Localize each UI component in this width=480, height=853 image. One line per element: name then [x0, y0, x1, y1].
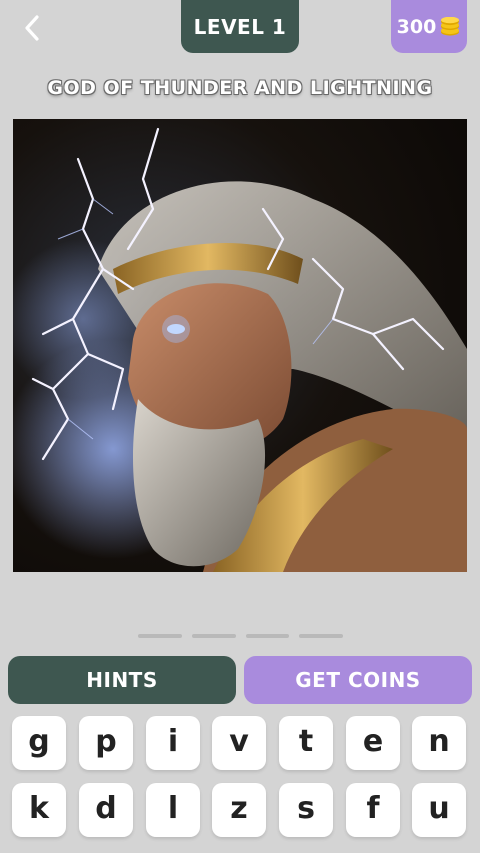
letter-key[interactable]: t	[279, 716, 333, 770]
answer-slots	[138, 634, 343, 639]
letter-key[interactable]: e	[346, 716, 400, 770]
letter-key[interactable]: f	[346, 783, 400, 837]
level-label: LEVEL 1	[193, 14, 287, 39]
letter-key[interactable]: v	[212, 716, 266, 770]
letter-key[interactable]: n	[412, 716, 466, 770]
hints-label: HINTS	[86, 668, 158, 692]
letter-key[interactable]: d	[79, 783, 133, 837]
letter-key[interactable]: i	[146, 716, 200, 770]
puzzle-image	[13, 119, 467, 572]
answer-slot	[299, 634, 343, 638]
get-coins-button[interactable]: GET COINS	[244, 656, 472, 704]
answer-slot	[138, 634, 182, 638]
answer-slot	[245, 634, 290, 638]
puzzle-title: GOD OF THUNDER AND LIGHTNING	[47, 77, 433, 99]
get-coins-label: GET COINS	[295, 668, 421, 692]
back-button[interactable]	[14, 8, 50, 48]
letter-key[interactable]: l	[146, 783, 200, 837]
letter-key[interactable]: k	[12, 783, 66, 837]
letter-key[interactable]: z	[212, 783, 266, 837]
letter-key[interactable]: s	[279, 783, 333, 837]
answer-slot	[191, 634, 236, 638]
hints-button[interactable]: HINTS	[8, 656, 236, 704]
level-indicator: LEVEL 1	[181, 0, 299, 53]
coins-balance-button[interactable]: 300	[391, 0, 467, 53]
letter-key[interactable]: g	[12, 716, 66, 770]
coins-count: 300	[396, 15, 437, 38]
coin-stack-icon	[441, 16, 460, 36]
chevron-left-icon	[25, 15, 39, 41]
letter-key[interactable]: p	[79, 716, 133, 770]
letter-key[interactable]: u	[412, 783, 466, 837]
